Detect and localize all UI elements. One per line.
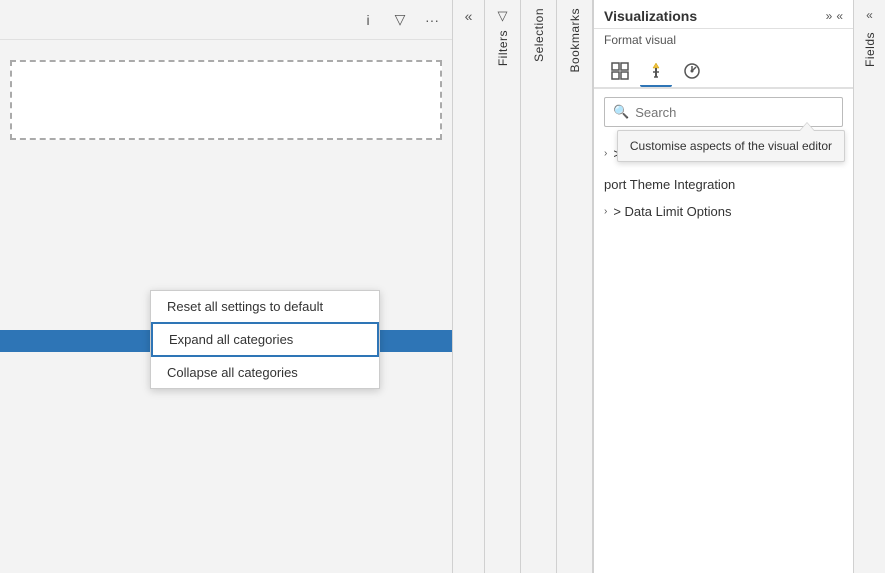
expand-categories-item[interactable]: Expand all categories (151, 322, 379, 357)
top-toolbar: i ▽ ··· (0, 0, 452, 40)
panel-header: Visualizations » « (594, 0, 853, 29)
panel-title: Visualizations (604, 8, 697, 24)
data-limit-chevron: › (604, 206, 607, 217)
tooltip-text: Customise aspects of the visual editor (630, 139, 832, 153)
context-menu: Reset all settings to default Expand all… (150, 290, 380, 389)
canvas-area: i ▽ ··· (0, 0, 453, 573)
collapse-bar-left[interactable]: « (453, 0, 485, 573)
collapse-right-chevron[interactable]: « (836, 9, 843, 23)
selection-panel[interactable]: Selection (521, 0, 557, 573)
more-options-icon[interactable]: ··· (420, 8, 444, 32)
vertical-panels: ▽ Filters Selection Bookmarks (485, 0, 593, 573)
collapse-chevron-left: « (465, 8, 473, 24)
fields-strip[interactable]: « Fields (853, 0, 885, 573)
filter-icon[interactable]: ▽ (388, 8, 412, 32)
filters-icon: ▽ (498, 8, 508, 24)
search-input[interactable] (635, 105, 834, 120)
tooltip-box: Customise aspects of the visual editor (617, 130, 845, 162)
selection-label: Selection (532, 8, 546, 62)
theme-label: port Theme Integration (604, 177, 735, 192)
fields-chevron[interactable]: « (866, 8, 873, 22)
analytics-tab-btn[interactable] (676, 55, 708, 87)
grid-tab-btn[interactable] (604, 55, 636, 87)
fields-label: Fields (863, 32, 877, 67)
search-icon: 🔍 (613, 104, 629, 120)
bookmarks-label: Bookmarks (568, 8, 582, 73)
theme-section[interactable]: port Theme Integration (594, 171, 853, 198)
app-container: i ▽ ··· « ▽ Filters Selection Bookmarks … (0, 0, 885, 573)
collapse-categories-item[interactable]: Collapse all categories (151, 357, 379, 388)
dashed-box (10, 60, 442, 140)
panel-chevrons: » « (826, 9, 843, 23)
format-tab-btn[interactable] (640, 55, 672, 87)
filters-label: Filters (496, 30, 510, 66)
tab-icons-row (594, 51, 853, 89)
data-limit-section[interactable]: › > Data Limit Options (594, 198, 853, 225)
reset-settings-item[interactable]: Reset all settings to default (151, 291, 379, 322)
editor-chevron: › (604, 148, 607, 159)
visualizations-panel: Visualizations » « Format visual (593, 0, 853, 573)
format-visual-label: Format visual (594, 29, 853, 51)
filters-panel[interactable]: ▽ Filters (485, 0, 521, 573)
expand-left-chevron[interactable]: » (826, 9, 833, 23)
bookmarks-panel[interactable]: Bookmarks (557, 0, 593, 573)
info-icon[interactable]: i (356, 8, 380, 32)
data-limit-label: > Data Limit Options (613, 204, 731, 219)
